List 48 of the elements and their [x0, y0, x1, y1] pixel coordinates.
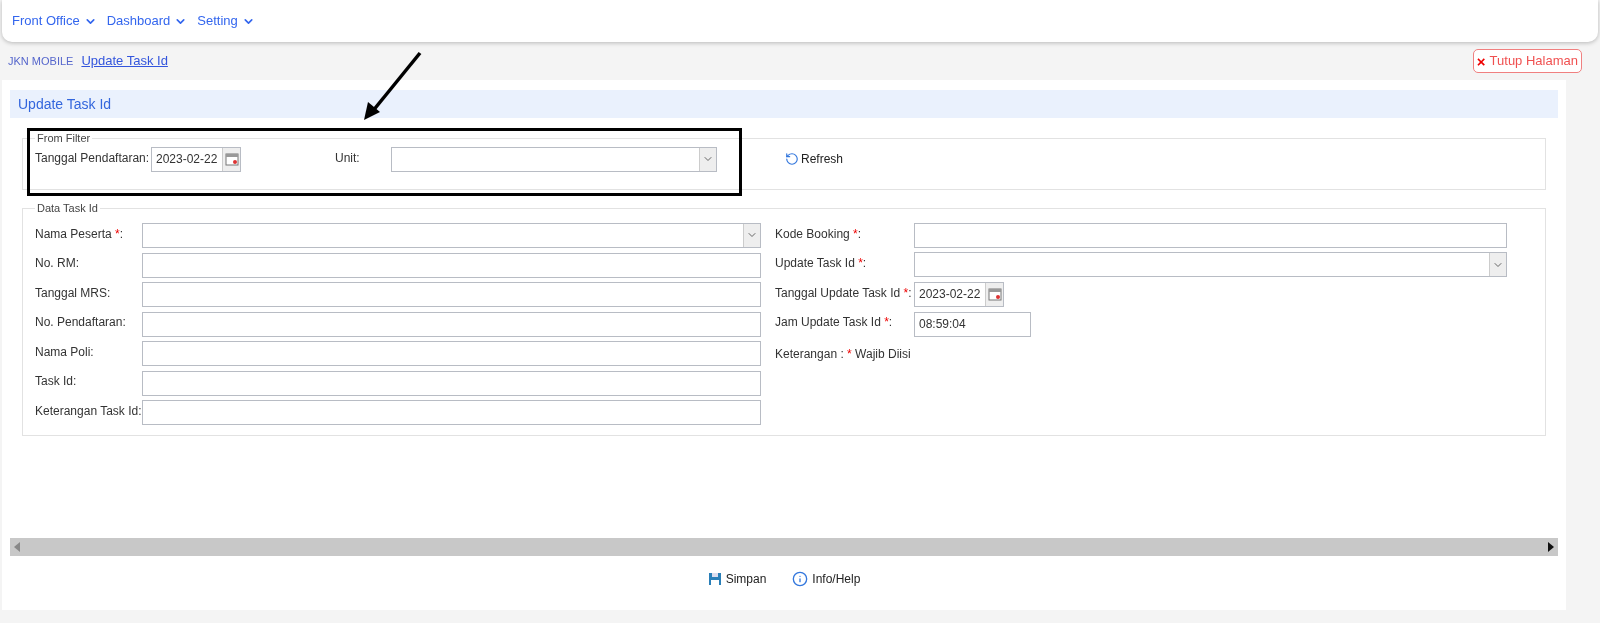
text-field[interactable]	[142, 341, 761, 366]
text-field[interactable]	[914, 223, 1507, 248]
dropdown-field[interactable]	[914, 252, 1507, 277]
date-field[interactable]: 2023-02-22	[151, 146, 241, 172]
field-label: Task Id:	[35, 373, 78, 390]
text-field[interactable]	[142, 252, 761, 278]
menu-item[interactable]: Setting	[197, 11, 255, 31]
close-icon: ×	[1476, 53, 1486, 69]
refresh-button[interactable]: Refresh	[785, 146, 844, 168]
menu-item[interactable]: Front Office	[12, 11, 97, 31]
breadcrumb-link[interactable]: Update Task Id	[81, 51, 168, 71]
field-label: No. RM:	[35, 255, 80, 272]
close-page-button[interactable]: × Tutup Halaman	[1472, 49, 1582, 73]
required-note: Keterangan : * Wajib Diisi	[775, 346, 911, 361]
breadcrumb-link[interactable]: JKN MOBILE	[8, 52, 74, 70]
date-field[interactable]: 2023-02-22	[914, 281, 1004, 307]
field-label: Kode Booking *:	[775, 225, 863, 243]
menu-item[interactable]: Dashboard	[106, 11, 188, 31]
dropdown-field[interactable]	[142, 222, 761, 248]
horizontal-scrollbar[interactable]	[10, 538, 1558, 556]
text-field[interactable]	[142, 282, 761, 307]
refresh-icon	[785, 151, 799, 166]
text-field[interactable]	[142, 400, 761, 425]
field-label: No. Pendaftaran:	[35, 314, 127, 331]
scroll-right-icon[interactable]	[1548, 542, 1554, 552]
fieldset-legend: From Filter	[35, 130, 93, 147]
text-field[interactable]	[142, 311, 761, 337]
fieldset-legend: Data Task Id	[35, 200, 100, 217]
calendar-icon[interactable]	[224, 152, 239, 166]
field-label: Tanggal Pendaftaran:	[35, 149, 151, 167]
field-label: Nama Poli:	[35, 343, 95, 361]
panel-title: Update Task Id	[18, 94, 112, 114]
field-label: Tanggal MRS:	[35, 284, 112, 302]
field-label: Update Task Id *:	[775, 255, 868, 272]
scroll-left-icon[interactable]	[14, 542, 20, 552]
field-label: Nama Peserta *:	[35, 225, 125, 243]
calendar-icon[interactable]	[987, 287, 1002, 301]
time-field[interactable]: 08:59:04	[914, 311, 1031, 337]
dropdown-field[interactable]	[391, 146, 717, 172]
info-icon	[792, 571, 809, 587]
text-field[interactable]	[142, 370, 761, 396]
field-label: Jam Update Task Id *:	[775, 314, 894, 331]
annotation-arrow	[362, 50, 424, 122]
field-label: Tanggal Update Task Id *:	[775, 284, 913, 302]
field-label: Unit:	[335, 149, 361, 167]
field-label: Keterangan Task Id:	[35, 402, 142, 420]
help-button[interactable]: Info/Help	[792, 570, 861, 588]
save-button[interactable]: Simpan	[707, 570, 767, 588]
